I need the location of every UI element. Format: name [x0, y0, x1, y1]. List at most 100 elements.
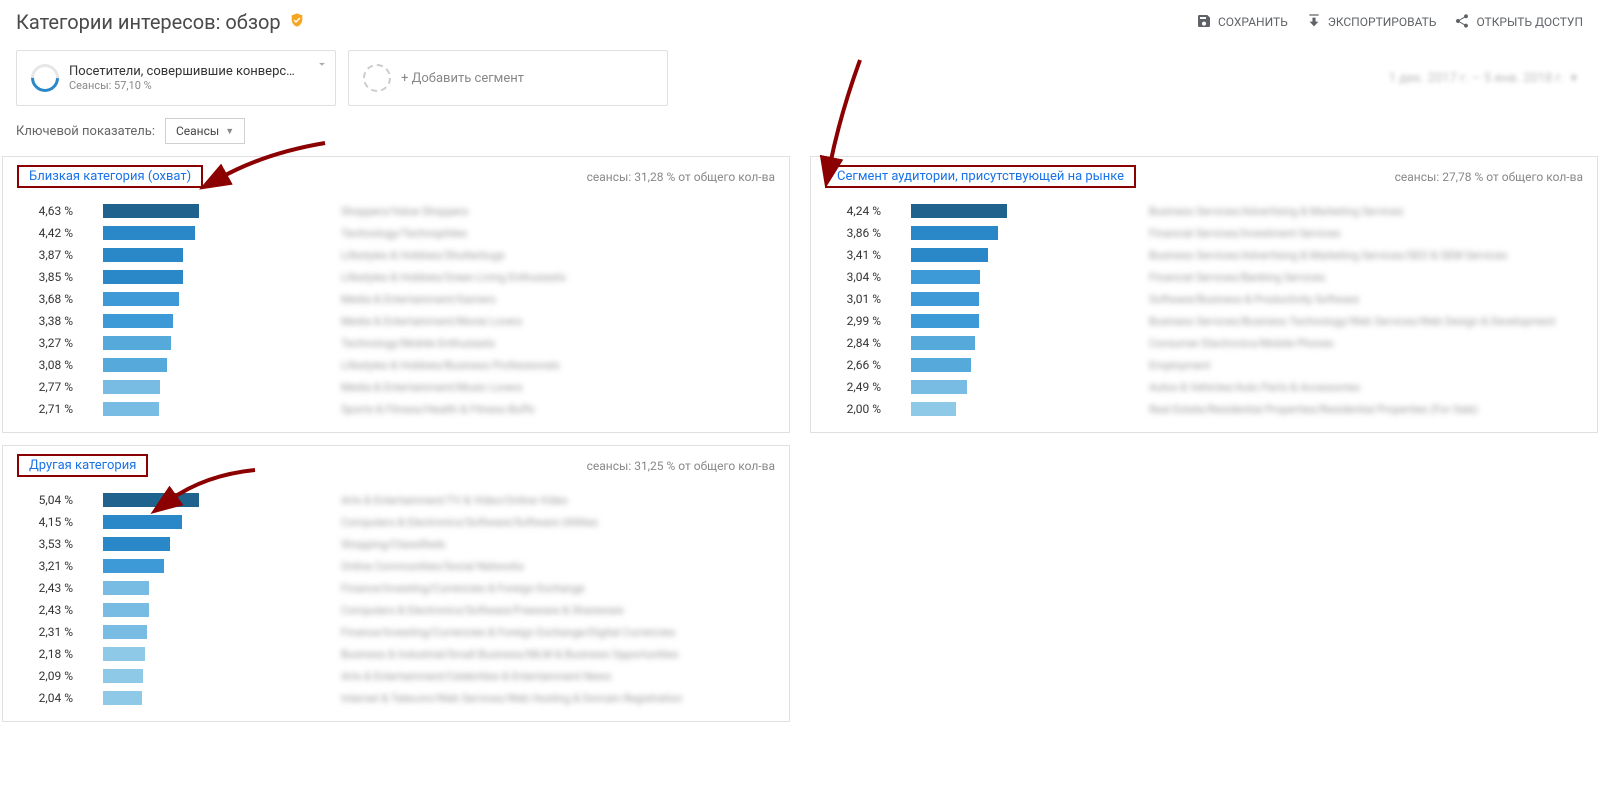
- bar-row[interactable]: 3,04 %Financial Services/Banking Service…: [821, 266, 1587, 288]
- row-bar: [103, 248, 183, 262]
- bar-row[interactable]: 3,41 %Business Services/Advertising & Ma…: [821, 244, 1587, 266]
- bar-row[interactable]: 2,09 %Arts & Entertainment/Celebrities &…: [13, 665, 779, 687]
- bar-list: 4,24 % Business Services/Advertising & Ma…: [811, 196, 1597, 432]
- row-percent: 5,04 %: [13, 493, 103, 507]
- bar-row[interactable]: 4,24 % Business Services/Advertising & Ma…: [821, 200, 1587, 222]
- caret-down-icon: ▼: [225, 126, 234, 137]
- row-bar-track: [911, 336, 1131, 350]
- row-bar: [911, 292, 979, 306]
- bar-row[interactable]: 2,99 %Business Services/Business Technol…: [821, 310, 1587, 332]
- row-label: Software/Business & Productivity Softwar…: [1131, 293, 1587, 306]
- export-button[interactable]: ЭКСПОРТИРОВАТЬ: [1306, 13, 1437, 32]
- row-percent: 2,49 %: [821, 380, 911, 394]
- row-bar: [103, 581, 149, 595]
- row-bar-track: [911, 226, 1131, 240]
- share-icon: [1454, 13, 1470, 32]
- row-label: Finance/Investing/Currencies & Foreign E…: [323, 626, 779, 639]
- bar-row[interactable]: 2,31 %Finance/Investing/Currencies & For…: [13, 621, 779, 643]
- row-percent: 3,04 %: [821, 270, 911, 284]
- bar-row[interactable]: 4,42 %Technology/Technophiles: [13, 222, 779, 244]
- row-label: Technology/Technophiles: [323, 227, 779, 240]
- metric-select[interactable]: Сеансы ▼: [165, 118, 245, 144]
- bar-row[interactable]: 2,43 %Computers & Electronics/Software/F…: [13, 599, 779, 621]
- row-bar-track: [103, 515, 323, 529]
- bar-row[interactable]: 3,53 %Shopping/Classifieds: [13, 533, 779, 555]
- row-percent: 3,08 %: [13, 358, 103, 372]
- row-percent: 4,63 %: [13, 204, 103, 218]
- bar-row[interactable]: 3,87 %Lifestyles & Hobbies/Shutterbugs: [13, 244, 779, 266]
- row-bar-track: [103, 226, 323, 240]
- bar-row[interactable]: 4,63 %Shoppers/Value Shoppers: [13, 200, 779, 222]
- panel-title-link[interactable]: Другая категория: [25, 456, 140, 475]
- row-label: Consumer Electronics/Mobile Phones: [1131, 337, 1587, 350]
- bar-row[interactable]: 2,71 %Sports & Fitness/Health & Fitness …: [13, 398, 779, 420]
- bar-row[interactable]: 3,86 %Financial Services/Investment Serv…: [821, 222, 1587, 244]
- row-percent: 2,09 %: [13, 669, 103, 683]
- bar-row[interactable]: 2,77 %Media & Entertainment/Music Lovers: [13, 376, 779, 398]
- row-bar: [103, 226, 195, 240]
- row-percent: 3,27 %: [13, 336, 103, 350]
- chevron-down-icon[interactable]: [315, 57, 329, 75]
- row-label: Computers & Electronics/Software/Softwar…: [323, 516, 779, 529]
- save-label: СОХРАНИТЬ: [1218, 15, 1288, 29]
- panel-header: Сегмент аудитории, присутствующей на рын…: [811, 157, 1597, 196]
- bar-row[interactable]: 2,18 %Business & Industrial/Small Busine…: [13, 643, 779, 665]
- bar-row[interactable]: 3,08 %Lifestyles & Hobbies/Business Prof…: [13, 354, 779, 376]
- bar-row[interactable]: 2,43 %Finance/Investing/Currencies & For…: [13, 577, 779, 599]
- bar-row[interactable]: 3,38 %Media & Entertainment/Movie Lovers: [13, 310, 779, 332]
- bar-row[interactable]: 2,00 %Real Estate/Residential Properties…: [821, 398, 1587, 420]
- segment-name: Посетители, совершившие конверс…: [69, 64, 295, 79]
- row-bar: [103, 669, 143, 683]
- panel-title-link[interactable]: Сегмент аудитории, присутствующей на рын…: [833, 167, 1128, 186]
- panel-title-link[interactable]: Близкая категория (охват): [25, 167, 195, 186]
- row-bar-track: [911, 380, 1131, 394]
- row-percent: 3,68 %: [13, 292, 103, 306]
- shield-icon: [289, 12, 305, 32]
- bar-row[interactable]: 3,68 %Media & Entertainment/Gamers: [13, 288, 779, 310]
- row-bar-track: [103, 336, 323, 350]
- export-label: ЭКСПОРТИРОВАТЬ: [1328, 15, 1437, 29]
- export-icon: [1306, 13, 1322, 32]
- date-range-picker[interactable]: 1 дек. 2017 г. – 5 янв. 2018 г. ▾: [1389, 50, 1583, 106]
- row-bar: [911, 204, 1007, 218]
- bar-row[interactable]: 2,66 %Employment: [821, 354, 1587, 376]
- add-segment-label: + Добавить сегмент: [401, 71, 524, 86]
- bar-row[interactable]: 4,15 % Computers & Electronics/Software/S…: [13, 511, 779, 533]
- add-segment-button[interactable]: + Добавить сегмент: [348, 50, 668, 106]
- row-bar: [103, 515, 182, 529]
- row-percent: 2,66 %: [821, 358, 911, 372]
- row-percent: 4,24 %: [821, 204, 911, 218]
- save-button[interactable]: СОХРАНИТЬ: [1196, 13, 1288, 32]
- row-label: Internet & Telecom/Web Services/Web Host…: [323, 692, 779, 705]
- metric-row: Ключевой показатель: Сеансы ▼: [0, 118, 1599, 156]
- share-button[interactable]: ОТКРЫТЬ ДОСТУП: [1454, 13, 1583, 32]
- bar-row[interactable]: 3,21 % Online Communities/Social Networks: [13, 555, 779, 577]
- row-percent: 3,86 %: [821, 226, 911, 240]
- row-bar: [103, 647, 145, 661]
- row-label: Business Services/Advertising & Marketin…: [1131, 205, 1587, 218]
- bar-row[interactable]: 3,27 %Technology/Mobile Enthusiasts: [13, 332, 779, 354]
- row-bar: [103, 537, 170, 551]
- row-bar-track: [103, 358, 323, 372]
- bar-row[interactable]: 3,01 %Software/Business & Productivity S…: [821, 288, 1587, 310]
- row-bar: [103, 625, 147, 639]
- bar-row[interactable]: 2,04 %Internet & Telecom/Web Services/We…: [13, 687, 779, 709]
- row-bar: [103, 314, 173, 328]
- add-circle-icon: [363, 64, 391, 92]
- row-percent: 2,43 %: [13, 603, 103, 617]
- row-percent: 4,15 %: [13, 515, 103, 529]
- bar-row[interactable]: 3,85 %Lifestyles & Hobbies/Green Living …: [13, 266, 779, 288]
- row-bar-track: [103, 603, 323, 617]
- row-label: Online Communities/Social Networks: [323, 560, 779, 573]
- row-percent: 2,71 %: [13, 402, 103, 416]
- row-bar-track: [911, 314, 1131, 328]
- bar-row[interactable]: 2,49 %Autos & Vehicles/Auto Parts & Acce…: [821, 376, 1587, 398]
- row-bar: [103, 292, 179, 306]
- segment-sessions: Сеансы: 57,10 %: [69, 79, 295, 92]
- primary-segment[interactable]: Посетители, совершившие конверс… Сеансы:…: [16, 50, 336, 106]
- row-percent: 3,53 %: [13, 537, 103, 551]
- bar-row[interactable]: 2,84 %Consumer Electronics/Mobile Phones: [821, 332, 1587, 354]
- bar-row[interactable]: 5,04 %Arts & Entertainment/TV & Video/On…: [13, 489, 779, 511]
- panel-title-highlight: Близкая категория (охват): [17, 165, 203, 188]
- row-percent: 3,21 %: [13, 559, 103, 573]
